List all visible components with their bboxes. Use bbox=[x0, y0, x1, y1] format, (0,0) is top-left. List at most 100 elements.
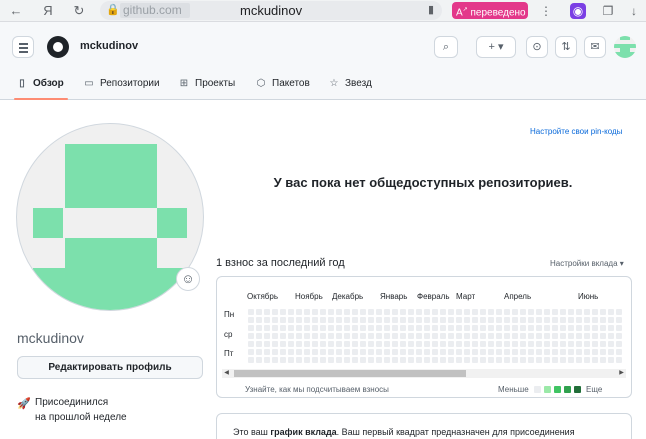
contribution-cell[interactable] bbox=[520, 309, 526, 315]
contribution-cell[interactable] bbox=[560, 357, 566, 363]
contribution-cell[interactable] bbox=[608, 349, 614, 355]
contribution-cell[interactable] bbox=[440, 309, 446, 315]
contribution-cell[interactable] bbox=[336, 333, 342, 339]
contribution-cell[interactable] bbox=[488, 357, 494, 363]
bookmark-icon[interactable]: ▮ bbox=[428, 3, 434, 16]
user-avatar[interactable] bbox=[614, 36, 636, 58]
contribution-cell[interactable] bbox=[512, 309, 518, 315]
contribution-cell[interactable] bbox=[344, 341, 350, 347]
contribution-cell[interactable] bbox=[608, 357, 614, 363]
contribution-cell[interactable] bbox=[520, 325, 526, 331]
contribution-cell[interactable] bbox=[264, 333, 270, 339]
contribution-cell[interactable] bbox=[424, 333, 430, 339]
contribution-cell[interactable] bbox=[496, 357, 502, 363]
contribution-cell[interactable] bbox=[288, 309, 294, 315]
contribution-cell[interactable] bbox=[496, 333, 502, 339]
contribution-cell[interactable] bbox=[272, 309, 278, 315]
contribution-cell[interactable] bbox=[552, 357, 558, 363]
contribution-cell[interactable] bbox=[480, 333, 486, 339]
contribution-cell[interactable] bbox=[400, 349, 406, 355]
contribution-cell[interactable] bbox=[352, 341, 358, 347]
contribution-cell[interactable] bbox=[288, 325, 294, 331]
contribution-cell[interactable] bbox=[608, 309, 614, 315]
contribution-cell[interactable] bbox=[560, 325, 566, 331]
contribution-cell[interactable] bbox=[336, 349, 342, 355]
contribution-cell[interactable] bbox=[448, 325, 454, 331]
contribution-cell[interactable] bbox=[296, 317, 302, 323]
contribution-cell[interactable] bbox=[360, 325, 366, 331]
contribution-cell[interactable] bbox=[456, 333, 462, 339]
contribution-cell[interactable] bbox=[600, 309, 606, 315]
contribution-cell[interactable] bbox=[608, 341, 614, 347]
contribution-cell[interactable] bbox=[272, 317, 278, 323]
contribution-cell[interactable] bbox=[544, 309, 550, 315]
contribution-cell[interactable] bbox=[472, 349, 478, 355]
contribution-cell[interactable] bbox=[320, 357, 326, 363]
contribution-cell[interactable] bbox=[552, 317, 558, 323]
contribution-cell[interactable] bbox=[328, 349, 334, 355]
contribution-cell[interactable] bbox=[368, 341, 374, 347]
contribution-cell[interactable] bbox=[504, 325, 510, 331]
contribution-cell[interactable] bbox=[376, 317, 382, 323]
contribution-cell[interactable] bbox=[536, 349, 542, 355]
contribution-cell[interactable] bbox=[560, 309, 566, 315]
contribution-cell[interactable] bbox=[368, 325, 374, 331]
contribution-cell[interactable] bbox=[328, 325, 334, 331]
contribution-cell[interactable] bbox=[496, 325, 502, 331]
contribution-cell[interactable] bbox=[360, 341, 366, 347]
contribution-cell[interactable] bbox=[312, 349, 318, 355]
contribution-cell[interactable] bbox=[584, 357, 590, 363]
contribution-cell[interactable] bbox=[584, 341, 590, 347]
contribution-cell[interactable] bbox=[592, 333, 598, 339]
contribution-cell[interactable] bbox=[496, 309, 502, 315]
contribution-cell[interactable] bbox=[544, 349, 550, 355]
contribution-cell[interactable] bbox=[560, 333, 566, 339]
contribution-cell[interactable] bbox=[296, 357, 302, 363]
back-icon[interactable]: ← bbox=[8, 3, 24, 19]
scroll-right-icon[interactable]: ▶ bbox=[617, 369, 626, 378]
contribution-cell[interactable] bbox=[424, 357, 430, 363]
contribution-cell[interactable] bbox=[272, 357, 278, 363]
contribution-cell[interactable] bbox=[520, 349, 526, 355]
contribution-cell[interactable] bbox=[616, 357, 622, 363]
contribution-cell[interactable] bbox=[392, 325, 398, 331]
contribution-cell[interactable] bbox=[304, 325, 310, 331]
contribution-cell[interactable] bbox=[368, 317, 374, 323]
contribution-cell[interactable] bbox=[528, 325, 534, 331]
issues-icon[interactable]: ⊙ bbox=[526, 36, 548, 58]
contribution-cell[interactable] bbox=[504, 317, 510, 323]
contribution-cell[interactable] bbox=[408, 333, 414, 339]
contribution-cell[interactable] bbox=[600, 341, 606, 347]
contribution-cell[interactable] bbox=[368, 357, 374, 363]
contribution-cell[interactable] bbox=[440, 349, 446, 355]
create-new-button[interactable]: + ▾ bbox=[476, 36, 516, 58]
contribution-cell[interactable] bbox=[288, 341, 294, 347]
contribution-cell[interactable] bbox=[496, 349, 502, 355]
contribution-cell[interactable] bbox=[568, 341, 574, 347]
contribution-cell[interactable] bbox=[592, 357, 598, 363]
header-username[interactable]: mckudinov bbox=[80, 40, 138, 52]
contribution-cell[interactable] bbox=[440, 317, 446, 323]
smiley-icon[interactable]: ☺ bbox=[176, 267, 200, 291]
graph-scrollbar[interactable]: ◀ ▶ bbox=[222, 369, 626, 378]
contribution-cell[interactable] bbox=[440, 341, 446, 347]
contribution-cell[interactable] bbox=[528, 357, 534, 363]
contribution-cell[interactable] bbox=[384, 333, 390, 339]
contribution-cell[interactable] bbox=[544, 317, 550, 323]
contribution-cell[interactable] bbox=[600, 325, 606, 331]
contribution-cell[interactable] bbox=[520, 333, 526, 339]
contribution-cell[interactable] bbox=[552, 333, 558, 339]
contribution-cell[interactable] bbox=[392, 357, 398, 363]
contribution-cell[interactable] bbox=[592, 317, 598, 323]
contribution-cell[interactable] bbox=[384, 325, 390, 331]
tab-overview[interactable]: ▯ Обзор bbox=[16, 76, 64, 96]
contribution-cell[interactable] bbox=[504, 333, 510, 339]
contribution-cell[interactable] bbox=[248, 333, 254, 339]
contribution-cell[interactable] bbox=[480, 357, 486, 363]
contribution-cell[interactable] bbox=[392, 333, 398, 339]
contribution-cell[interactable] bbox=[512, 349, 518, 355]
scroll-left-icon[interactable]: ◀ bbox=[222, 369, 231, 378]
contribution-cell[interactable] bbox=[272, 333, 278, 339]
contribution-cell[interactable] bbox=[408, 317, 414, 323]
tab-packages[interactable]: ⬡ Пакетов bbox=[255, 76, 310, 96]
